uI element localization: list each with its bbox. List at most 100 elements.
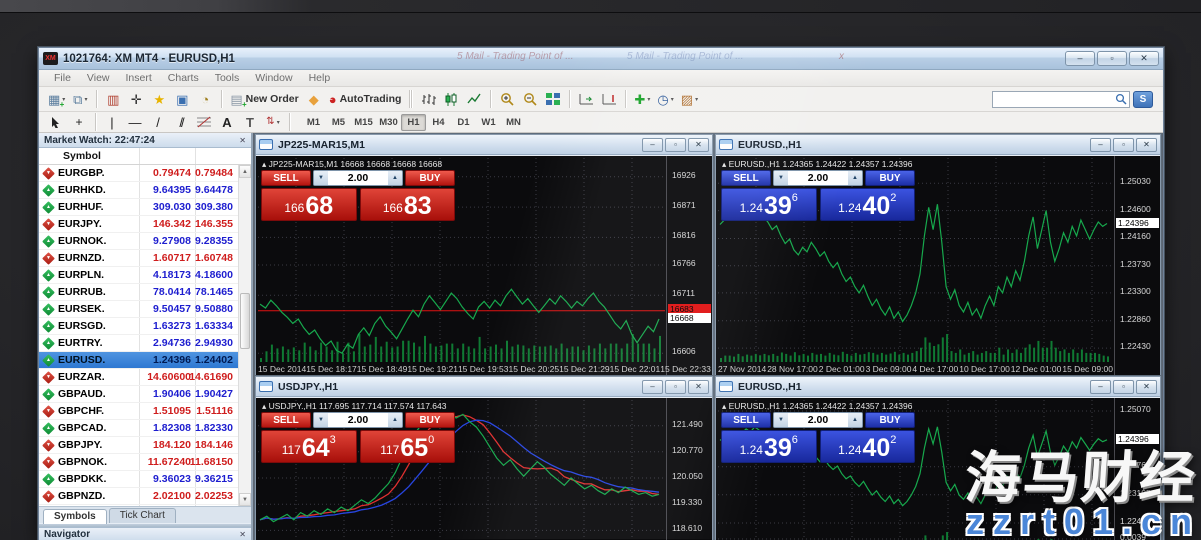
close-icon[interactable]: ✕ [239,136,246,145]
tab-symbols[interactable]: Symbols [43,509,107,524]
buy-price[interactable]: 117650 [360,430,456,463]
chart-minimize-button[interactable]: – [1090,138,1111,152]
chart-minimize-button[interactable]: – [1090,380,1111,394]
table-row[interactable]: ▼EURZAR.14.6060014.61690 [39,369,251,386]
search-box[interactable] [992,91,1130,108]
menu-charts[interactable]: Charts [161,71,206,85]
table-row[interactable]: ▼GBPCHF.1.510951.51116 [39,403,251,420]
chart-restore-button[interactable]: ▫ [1113,138,1134,152]
decrease-volume-button[interactable]: ▼ [774,171,788,185]
buy-button[interactable]: BUY [405,170,455,186]
horizontal-line-tool-button[interactable]: — [124,112,146,133]
arrows-tool-button[interactable]: ⇅▾ [262,112,284,133]
chart-shift-button[interactable] [598,89,620,110]
menu-insert[interactable]: Insert [119,71,159,85]
chart-close-button[interactable]: ✕ [688,380,709,394]
vertical-line-tool-button[interactable]: | [101,112,123,133]
restore-button[interactable]: ▫ [1097,51,1127,66]
table-row[interactable]: ▲GBPDKK.9.360239.36215 [39,471,251,488]
auto-scroll-button[interactable] [575,89,597,110]
chart-close-button[interactable]: ✕ [688,138,709,152]
volume-stepper[interactable]: ▼2.00▲ [313,412,403,428]
table-row[interactable]: ▲EURRUB.78.041478.1465 [39,284,251,301]
candlestick-button[interactable] [440,89,462,110]
chart-restore-button[interactable]: ▫ [665,138,686,152]
data-window-button[interactable]: ✛ [125,89,147,110]
buy-price[interactable]: 16683 [360,188,456,221]
table-row[interactable]: ▼EURGBP.0.794740.79484 [39,165,251,182]
table-row[interactable]: ▲EURSEK.9.504579.50880 [39,301,251,318]
scrollbar-thumb[interactable] [240,293,250,349]
indicators-button[interactable]: ✚▾ [631,89,653,110]
increase-volume-button[interactable]: ▲ [388,413,402,427]
zoom-out-button[interactable] [519,89,541,110]
chart-area[interactable]: 1692616871168161676616711166061668316668… [256,155,712,376]
table-row[interactable]: ▼GBPJPY.184.120184.146 [39,437,251,454]
timeframe-mn[interactable]: MN [501,114,526,131]
market-watch-scrollbar[interactable]: ▲ ▼ [238,165,251,506]
timeframe-w1[interactable]: W1 [476,114,501,131]
buy-button[interactable]: BUY [865,170,915,186]
buy-price[interactable]: 1.24402 [820,430,916,463]
increase-volume-button[interactable]: ▲ [848,171,862,185]
price-scale[interactable]: 1692616871168161676616711166061668316668 [666,156,712,376]
minimize-button[interactable]: – [1065,51,1095,66]
table-row[interactable]: ▲EURSGD.1.632731.63334 [39,318,251,335]
chart-window-titlebar[interactable]: EURUSD.,H1–▫✕ [716,135,1160,155]
table-row[interactable]: ▲EURUSD.1.243961.24402 [39,352,251,369]
table-row[interactable]: ▼GBPNZD.2.021002.02253 [39,488,251,505]
chart-minimize-button[interactable]: – [642,138,663,152]
tab-tick-chart[interactable]: Tick Chart [109,508,176,523]
window-titlebar[interactable]: XM 1021764: XM MT4 - EURUSD,H1 5 Mail - … [39,48,1163,70]
autotrading-button[interactable]: ●–AutoTrading [326,89,405,110]
scroll-down-icon[interactable]: ▼ [239,493,251,506]
chart-window-titlebar[interactable]: EURUSD.,H1–▫✕ [716,377,1160,397]
strategy-tester-button[interactable]: ◔ [194,89,216,110]
search-input[interactable] [995,93,1115,106]
table-row[interactable]: ▲EURTRY.2.947362.94930 [39,335,251,352]
zoom-in-button[interactable] [496,89,518,110]
table-row[interactable]: ▼GBPNOK.11.6724011.68150 [39,454,251,471]
navigator-header[interactable]: Navigator ✕ [39,527,251,540]
market-watch-header[interactable]: Market Watch: 22:47:24 ✕ [39,133,251,148]
volume-stepper[interactable]: ▼2.00▲ [773,170,863,186]
line-chart-button[interactable] [463,89,485,110]
chart-minimize-button[interactable]: – [642,380,663,394]
price-scale[interactable]: 1.250301.246001.241601.237301.233001.228… [1114,156,1160,376]
terminal-button[interactable]: ▣ [171,89,193,110]
profiles-button[interactable]: ⧉▾ [69,89,91,110]
table-row[interactable]: ▲GBPAUD.1.904061.90427 [39,386,251,403]
table-row[interactable]: ▲EURPLN.4.181734.18600 [39,267,251,284]
table-row[interactable]: ▲GBPCAD.1.823081.82330 [39,420,251,437]
timeframe-h4[interactable]: H4 [426,114,451,131]
timeframe-m30[interactable]: M30 [376,114,401,131]
decrease-volume-button[interactable]: ▼ [774,413,788,427]
sell-price[interactable]: 117643 [261,430,357,463]
new-order-button[interactable]: ▤+New Order [227,89,301,110]
sell-button[interactable]: SELL [721,170,771,186]
menu-help[interactable]: Help [302,71,338,85]
crosshair-tool-button[interactable]: + [68,112,90,133]
chart-restore-button[interactable]: ▫ [1113,380,1134,394]
close-icon[interactable]: ✕ [239,530,246,539]
cursor-tool-button[interactable] [45,112,67,133]
sell-price[interactable]: 1.24396 [721,430,817,463]
tile-windows-button[interactable] [542,89,564,110]
increase-volume-button[interactable]: ▲ [388,171,402,185]
timeframe-m1[interactable]: M1 [301,114,326,131]
chart-area[interactable]: 1.250301.246001.241601.237301.233001.228… [716,155,1160,376]
sell-button[interactable]: SELL [261,170,311,186]
templates-button[interactable]: ▨▾ [678,89,701,110]
timeframe-h1[interactable]: H1 [401,114,426,131]
metaeditor-button[interactable]: ◆ [303,89,325,110]
fibonacci-tool-button[interactable] [193,112,215,133]
new-chart-button[interactable]: ▦+▾ [45,89,68,110]
table-row[interactable]: ▲EURHUF.309.030309.380 [39,199,251,216]
buy-button[interactable]: BUY [405,412,455,428]
volume-stepper[interactable]: ▼2.00▲ [773,412,863,428]
periods-button[interactable]: ◷▾ [654,89,676,110]
sell-button[interactable]: SELL [721,412,771,428]
timeframe-d1[interactable]: D1 [451,114,476,131]
table-row[interactable]: ▲EURNOK.9.279089.28355 [39,233,251,250]
decrease-volume-button[interactable]: ▼ [314,413,328,427]
